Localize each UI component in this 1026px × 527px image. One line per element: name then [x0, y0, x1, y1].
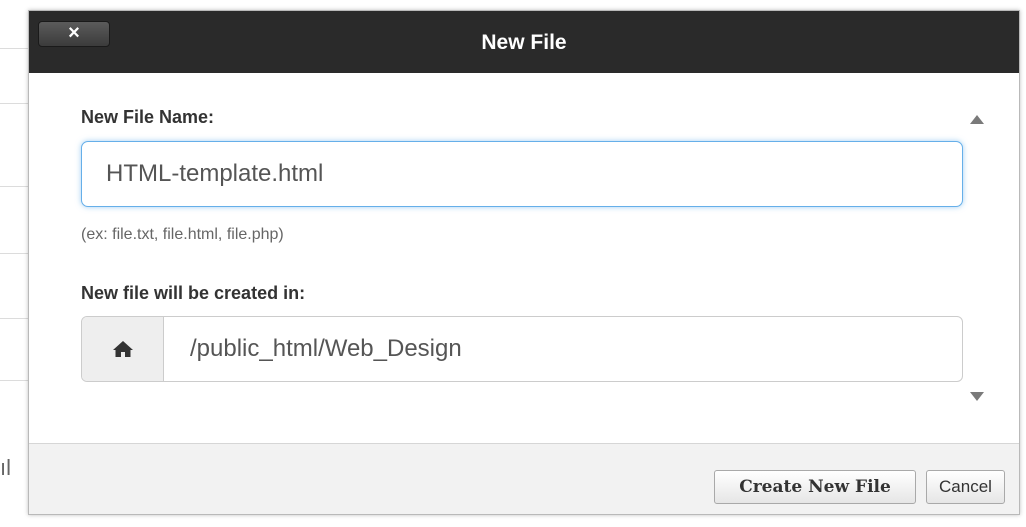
background-table-edge — [0, 8, 30, 518]
dialog-footer: Create New File Cancel — [29, 443, 1019, 514]
location-value: /public_html/Web_Design — [190, 335, 462, 362]
background-edge-text: ıl — [0, 455, 11, 480]
dialog-body[interactable]: New File Name: (ex: file.txt, file.html,… — [29, 73, 1019, 443]
new-file-dialog: × New File New File Name: (ex: file.txt,… — [28, 10, 1020, 515]
file-name-input[interactable] — [81, 141, 963, 207]
location-field: /public_html/Web_Design — [81, 316, 963, 382]
background-row-divider — [0, 48, 30, 49]
scroll-down-arrow-icon[interactable] — [970, 392, 984, 401]
dialog-title: New File — [481, 31, 567, 54]
cancel-button[interactable]: Cancel — [926, 470, 1005, 504]
background-row-divider — [0, 186, 30, 187]
location-label: New file will be created in: — [81, 283, 306, 303]
file-name-label: New File Name: — [81, 107, 215, 127]
background-row-divider — [0, 103, 30, 104]
background-row-divider — [0, 253, 30, 254]
home-addon — [82, 317, 164, 381]
create-new-file-button[interactable]: Create New File — [714, 470, 916, 504]
background-row-divider — [0, 380, 30, 381]
home-icon — [112, 341, 133, 357]
scroll-up-arrow-icon[interactable] — [970, 115, 984, 124]
file-name-hint: (ex: file.txt, file.html, file.php) — [81, 226, 284, 243]
background-row-divider — [0, 318, 30, 319]
dialog-titlebar: × New File — [29, 11, 1019, 73]
